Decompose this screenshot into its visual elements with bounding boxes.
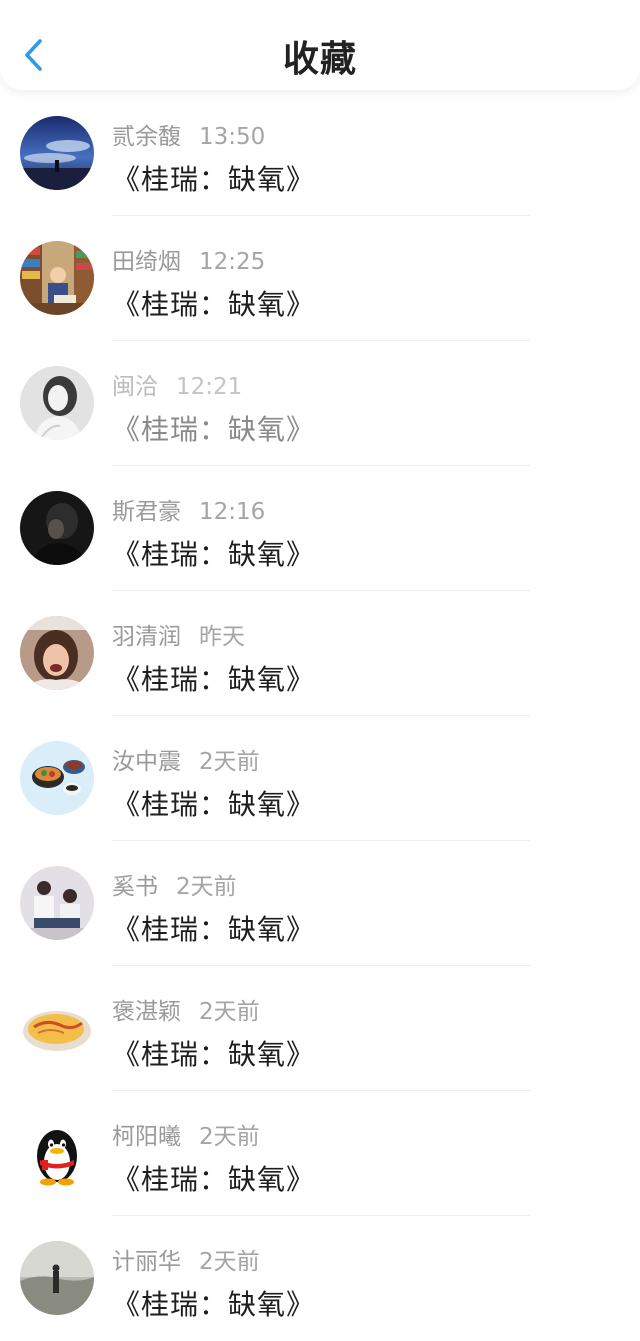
item-title: 《桂瑞：缺氧》: [112, 163, 316, 196]
item-title: 《桂瑞：缺氧》: [112, 538, 316, 571]
user-name: 田绮烟: [112, 249, 181, 275]
avatar[interactable]: [20, 991, 94, 1065]
user-name: 奚书: [112, 874, 158, 900]
item-meta: 汝中震 2天前: [112, 742, 260, 776]
avatar[interactable]: [20, 1116, 94, 1190]
favorites-list: 贰余馥 13:50 《桂瑞：缺氧》 田绮烟 12:25 《桂瑞：缺氧》 闽洽 1…: [0, 91, 640, 1341]
avatar[interactable]: [20, 1241, 94, 1315]
item-title: 《桂瑞：缺氧》: [112, 413, 316, 446]
item-title: 《桂瑞：缺氧》: [112, 913, 316, 946]
item-meta: 奚书 2天前: [112, 867, 237, 901]
timestamp: 12:21: [176, 374, 243, 400]
header-bar: 收藏: [0, 0, 640, 90]
list-item[interactable]: 计丽华 2天前 《桂瑞：缺氧》: [0, 1216, 640, 1341]
list-item[interactable]: 奚书 2天前 《桂瑞：缺氧》: [0, 841, 640, 966]
item-title: 《桂瑞：缺氧》: [112, 1038, 316, 1071]
timestamp: 2天前: [176, 874, 237, 900]
list-item[interactable]: 褒湛颖 2天前 《桂瑞：缺氧》: [0, 966, 640, 1091]
page-title: 收藏: [282, 39, 357, 80]
avatar[interactable]: [20, 366, 94, 440]
timestamp: 12:16: [199, 499, 266, 525]
list-item[interactable]: 斯君豪 12:16 《桂瑞：缺氧》: [0, 466, 640, 591]
timestamp: 2天前: [199, 1249, 260, 1275]
list-item[interactable]: 羽清润 昨天 《桂瑞：缺氧》: [0, 591, 640, 716]
item-title: 《桂瑞：缺氧》: [112, 663, 316, 696]
item-title: 《桂瑞：缺氧》: [112, 788, 316, 821]
timestamp: 2天前: [199, 999, 260, 1025]
user-name: 贰余馥: [112, 124, 181, 150]
item-title: 《桂瑞：缺氧》: [112, 1163, 316, 1196]
user-name: 汝中震: [112, 749, 181, 775]
user-name: 斯君豪: [112, 499, 181, 525]
list-item[interactable]: 闽洽 12:21 《桂瑞：缺氧》: [0, 341, 640, 466]
item-title: 《桂瑞：缺氧》: [112, 288, 316, 321]
item-meta: 褒湛颖 2天前: [112, 992, 260, 1026]
timestamp: 2天前: [199, 749, 260, 775]
list-item[interactable]: 汝中震 2天前 《桂瑞：缺氧》: [0, 716, 640, 841]
avatar[interactable]: [20, 491, 94, 565]
item-meta: 斯君豪 12:16: [112, 492, 265, 526]
item-meta: 田绮烟 12:25: [112, 242, 265, 276]
user-name: 柯阳曦: [112, 1124, 181, 1150]
timestamp: 昨天: [199, 624, 245, 650]
item-meta: 柯阳曦 2天前: [112, 1117, 260, 1151]
timestamp: 12:25: [199, 249, 266, 275]
avatar[interactable]: [20, 866, 94, 940]
item-title: 《桂瑞：缺氧》: [112, 1288, 316, 1321]
timestamp: 2天前: [199, 1124, 260, 1150]
user-name: 羽清润: [112, 624, 181, 650]
item-meta: 羽清润 昨天: [112, 617, 245, 651]
timestamp: 13:50: [199, 124, 266, 150]
avatar[interactable]: [20, 741, 94, 815]
item-meta: 闽洽 12:21: [112, 367, 242, 401]
list-item[interactable]: 田绮烟 12:25 《桂瑞：缺氧》: [0, 216, 640, 341]
avatar[interactable]: [20, 116, 94, 190]
avatar[interactable]: [20, 241, 94, 315]
avatar[interactable]: [20, 616, 94, 690]
user-name: 计丽华: [112, 1249, 181, 1275]
user-name: 褒湛颖: [112, 999, 181, 1025]
list-item[interactable]: 贰余馥 13:50 《桂瑞：缺氧》: [0, 91, 640, 216]
item-meta: 计丽华 2天前: [112, 1242, 260, 1276]
item-meta: 贰余馥 13:50: [112, 117, 265, 151]
list-item[interactable]: 柯阳曦 2天前 《桂瑞：缺氧》: [0, 1091, 640, 1216]
user-name: 闽洽: [112, 374, 158, 400]
